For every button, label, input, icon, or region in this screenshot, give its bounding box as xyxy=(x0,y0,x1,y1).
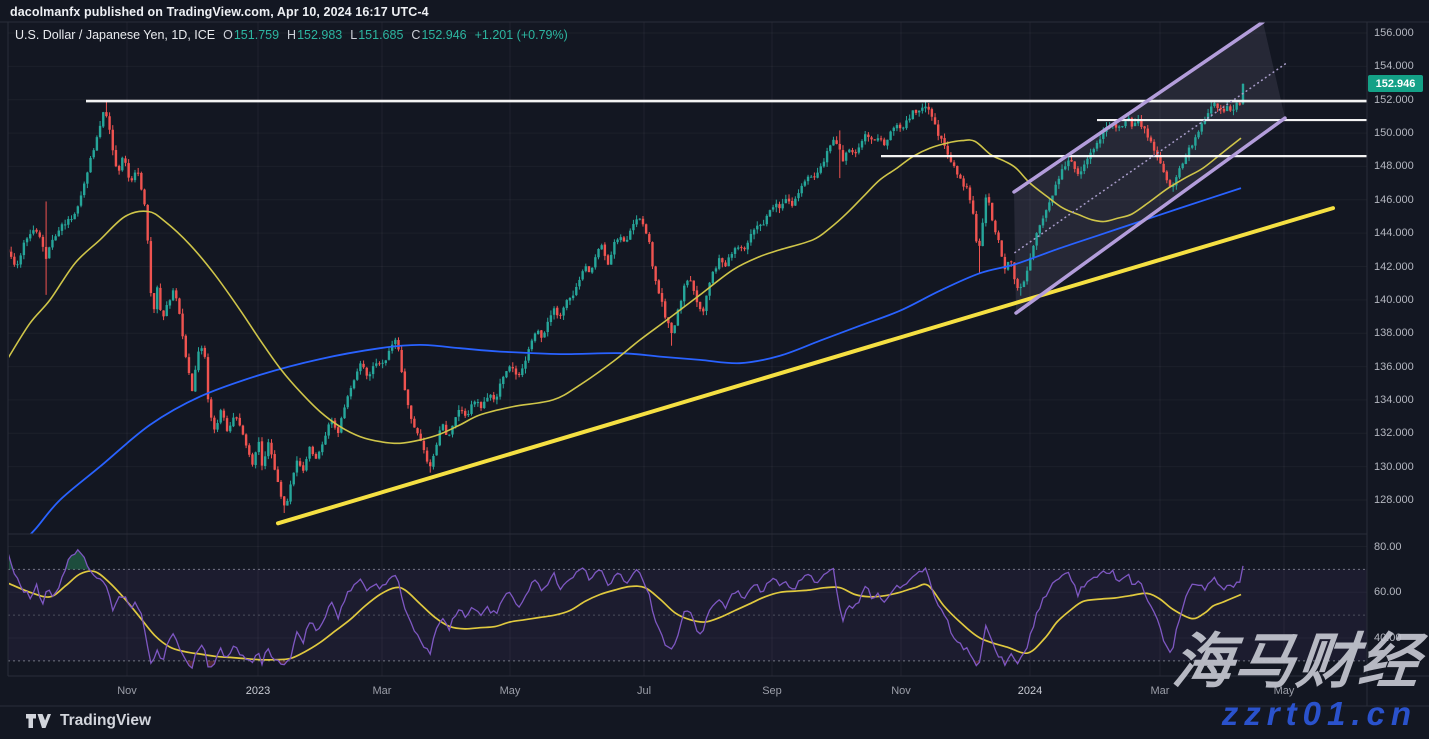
time-axis-label: Jul xyxy=(637,685,651,697)
price-axis-label: 142.000 xyxy=(1374,261,1414,273)
price-axis-label: 154.000 xyxy=(1374,60,1414,72)
price-axis-label: 140.000 xyxy=(1374,294,1414,306)
price-axis[interactable]: 156.000 154.000 152.000 150.000 148.000 146.0… xyxy=(1367,22,1429,706)
legend-low: L151.685 xyxy=(350,28,403,42)
rsi-band xyxy=(8,569,1367,661)
time-axis-label: Mar xyxy=(1151,685,1170,697)
price-axis-label: 130.000 xyxy=(1374,461,1414,473)
tradingview-snapshot: dacolmanfx published on TradingView.com,… xyxy=(0,0,1429,739)
price-axis-label: 132.000 xyxy=(1374,427,1414,439)
time-axis[interactable]: Nov2023MarMayJulSepNov2024MarMay xyxy=(8,676,1367,706)
time-axis-label: 2023 xyxy=(246,685,270,697)
last-price-badge: 152.946 xyxy=(1368,75,1423,92)
legend-close: C152.946 xyxy=(411,28,466,42)
price-axis-label: 156.000 xyxy=(1374,27,1414,39)
price-axis-label: 146.000 xyxy=(1374,194,1414,206)
legend-symbol-title[interactable]: U.S. Dollar / Japanese Yen, 1D, ICE xyxy=(15,28,215,42)
trendline-support[interactable] xyxy=(278,208,1333,523)
time-axis-label: Nov xyxy=(117,685,137,697)
chart-legend[interactable]: U.S. Dollar / Japanese Yen, 1D, ICE O151… xyxy=(15,28,568,42)
time-axis-label: May xyxy=(500,685,521,697)
price-axis-label: 150.000 xyxy=(1374,127,1414,139)
footer-brand[interactable]: TradingView xyxy=(60,712,151,730)
time-axis-label: 2024 xyxy=(1018,685,1042,697)
price-axis-label: 128.000 xyxy=(1374,494,1414,506)
legend-change: +1.201 (+0.79%) xyxy=(475,28,568,42)
rsi-axis-label: 80.00 xyxy=(1374,541,1402,553)
price-axis-label: 136.000 xyxy=(1374,361,1414,373)
rsi-axis-label: 60.00 xyxy=(1374,586,1402,598)
time-axis-label: Nov xyxy=(891,685,911,697)
channel-fill xyxy=(1014,22,1285,313)
legend-open: O151.759 xyxy=(223,28,279,42)
tradingview-logo-icon[interactable] xyxy=(26,714,51,729)
candles-layer xyxy=(7,83,1244,513)
footer: TradingView xyxy=(26,712,151,730)
legend-ohlc: O151.759 H152.983 L151.685 C152.946 xyxy=(223,28,467,42)
price-axis-label: 152.000 xyxy=(1374,94,1414,106)
watermark-url: zzrt01.cn xyxy=(1222,697,1417,730)
watermark-title: 海马财经 xyxy=(1170,632,1424,692)
price-axis-label: 138.000 xyxy=(1374,327,1414,339)
time-axis-label: Mar xyxy=(373,685,392,697)
price-axis-label: 144.000 xyxy=(1374,227,1414,239)
time-axis-label: Sep xyxy=(762,685,782,697)
price-axis-label: 134.000 xyxy=(1374,394,1414,406)
publish-line: dacolmanfx published on TradingView.com,… xyxy=(10,5,429,19)
price-axis-label: 148.000 xyxy=(1374,160,1414,172)
legend-high: H152.983 xyxy=(287,28,342,42)
